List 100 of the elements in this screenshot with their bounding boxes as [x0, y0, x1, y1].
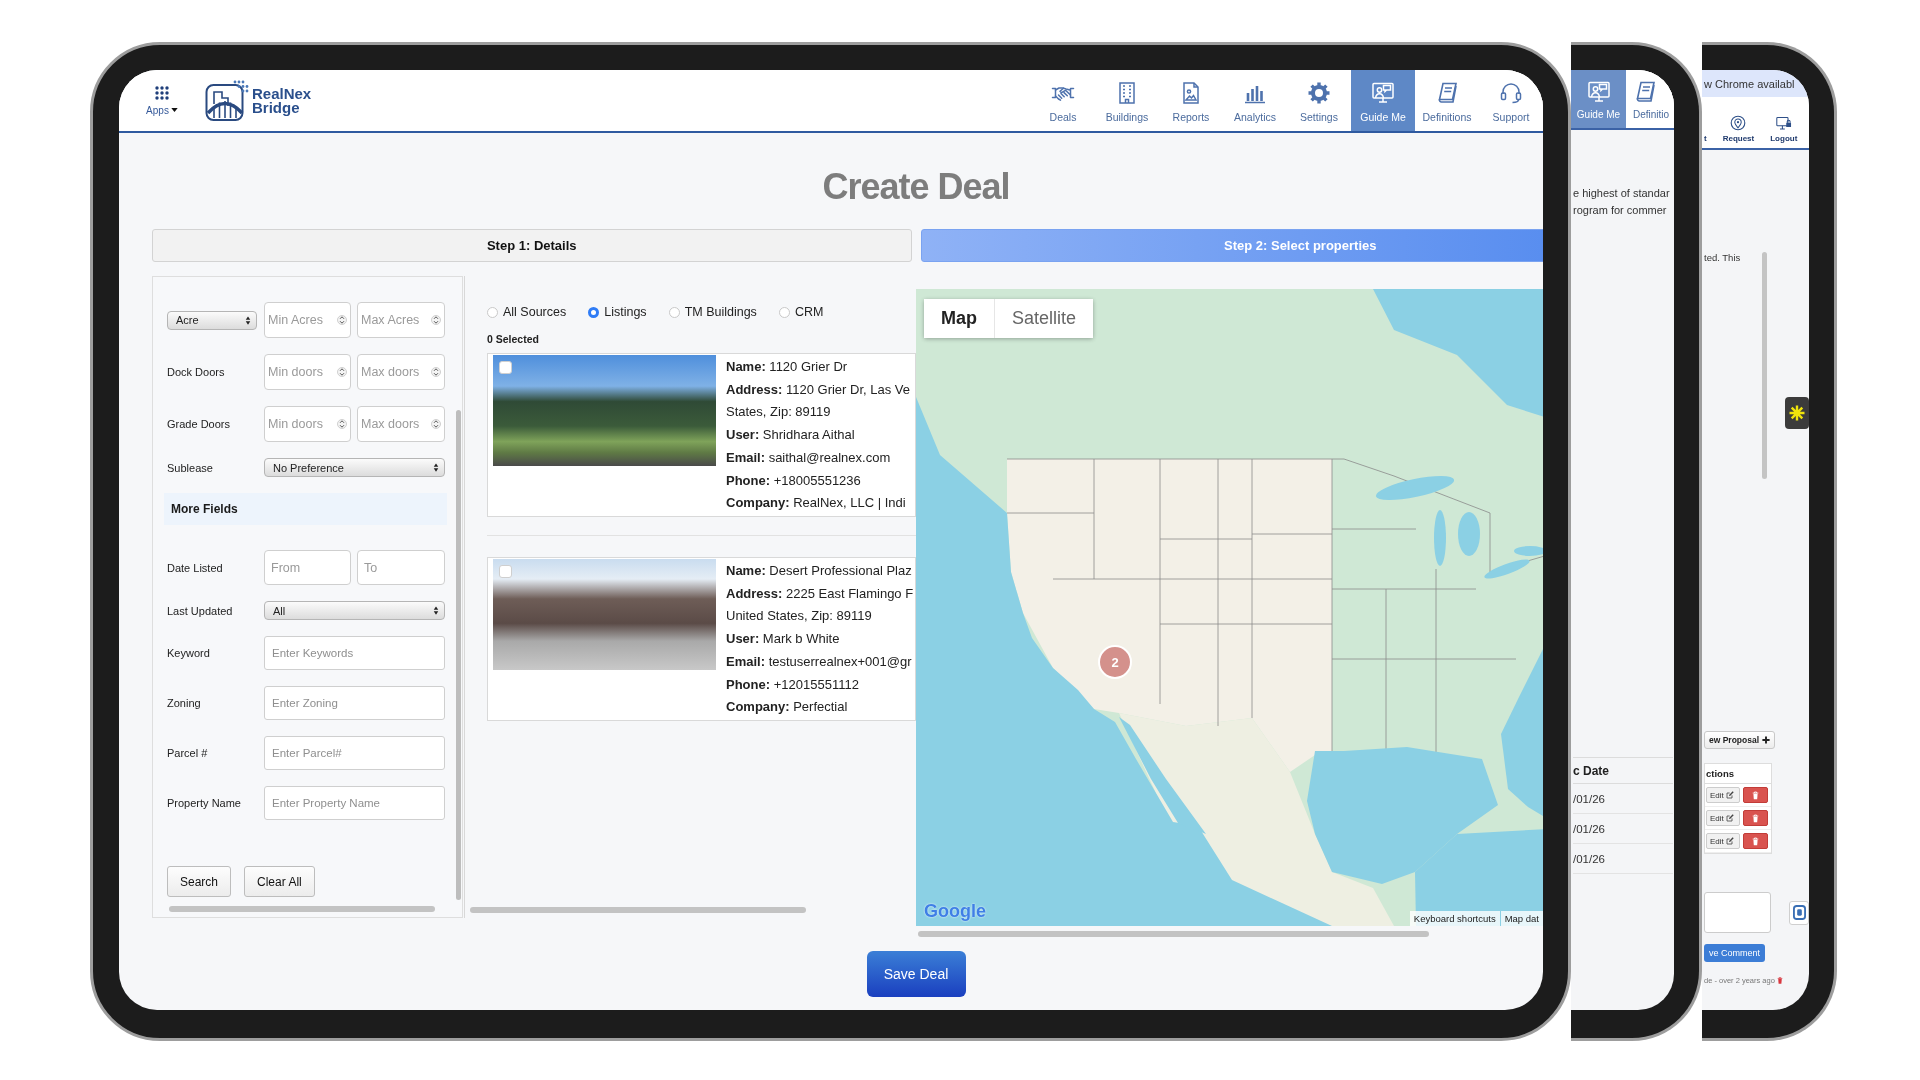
vertical-scrollbar[interactable]: [1762, 252, 1767, 479]
edit-button[interactable]: Edit: [1706, 787, 1740, 803]
field-label: Date Listed: [167, 561, 224, 574]
property-detail: Email: saithal@realnex.com: [726, 448, 892, 467]
property-detail: Address: 2225 East Flamingo F: [726, 584, 915, 603]
property-detail: Name: Desert Professional Plaz: [726, 562, 913, 580]
source-option[interactable]: TM Buildings: [668, 305, 757, 319]
text-field[interactable]: Enter Zoning: [264, 686, 445, 720]
property-detail: Company: Perfectial: [726, 698, 849, 717]
page-title: Create Deal: [822, 167, 1010, 207]
monitor-lock-icon: [1775, 115, 1792, 131]
monitor-person-icon: [1371, 81, 1395, 105]
map-drawing[interactable]: [916, 289, 1543, 926]
date-field[interactable]: From: [264, 550, 351, 585]
checkbox[interactable]: [499, 361, 512, 374]
apps-menu-button[interactable]: Apps: [143, 70, 181, 131]
trash-icon: [1752, 813, 1759, 823]
edit-icon: [1725, 837, 1734, 845]
paragraph-text: e highest of standar rogram for commer: [1573, 186, 1670, 218]
monitor-person-icon: [1586, 80, 1611, 104]
radio-button[interactable]: [778, 306, 790, 318]
vertical-scrollbar[interactable]: [456, 410, 461, 900]
horizontal-scrollbar[interactable]: [918, 931, 1429, 937]
spinner-arrows-icon: [431, 313, 441, 327]
date-field[interactable]: To: [357, 550, 445, 585]
dropdown[interactable]: All: [264, 601, 445, 620]
caret-icon: [170, 108, 178, 112]
select-arrows-icon: [433, 462, 439, 473]
map-data-link[interactable]: Map dat: [1500, 911, 1543, 926]
property-detail: User: Shridhara Aithal: [726, 426, 856, 445]
logo-wordmark: RealNex Bridge: [252, 86, 312, 115]
save-deal-button[interactable]: Save Deal: [866, 951, 966, 997]
radio-button[interactable]: [487, 306, 498, 318]
nav-tab[interactable]: t: [1704, 103, 1707, 143]
edit-button[interactable]: Edit: [1706, 833, 1740, 849]
horizontal-scrollbar[interactable]: [470, 907, 806, 913]
spinner-arrows-icon: [337, 417, 347, 431]
text-field[interactable]: Enter Keywords: [264, 636, 445, 670]
number-field[interactable]: Max doors: [357, 354, 445, 390]
map-type-tab[interactable]: Map: [924, 299, 994, 338]
search-button[interactable]: Search: [167, 866, 232, 897]
proposal-button[interactable]: ew Proposal: [1704, 731, 1776, 749]
property-detail: Phone: +18005551236: [726, 471, 862, 490]
selection-count: 0 Selected: [487, 333, 539, 345]
field-label: Sublease: [167, 461, 214, 474]
settings-icon: [1307, 81, 1331, 105]
source-option[interactable]: All Sources: [487, 305, 567, 319]
edit-icon: [1725, 814, 1734, 822]
table-cell: /01/26: [1573, 784, 1673, 814]
table-cell: /01/26: [1573, 814, 1673, 844]
edit-icon: [1725, 791, 1734, 799]
field-label: Grade Doors: [167, 418, 231, 430]
text-field[interactable]: Enter Parcel#: [264, 736, 445, 770]
delete-button[interactable]: [1743, 787, 1768, 803]
property-detail: User: Mark b White: [726, 630, 841, 649]
checkbox[interactable]: [499, 565, 512, 578]
radio-button[interactable]: [668, 306, 680, 318]
property-detail: Address: 1120 Grier Dr, Las Ve: [726, 380, 912, 399]
text-fragment: ted. This: [1704, 252, 1741, 263]
nav-tab[interactable]: Guide Me: [1351, 70, 1415, 131]
edit-button[interactable]: Edit: [1706, 810, 1740, 826]
source-option[interactable]: Listings: [588, 305, 647, 319]
source-option[interactable]: CRM: [778, 305, 824, 319]
nav-tab[interactable]: Logout: [1770, 103, 1798, 143]
dropdown[interactable]: Acre: [167, 310, 257, 330]
number-field[interactable]: Min doors: [264, 354, 351, 390]
step-tab[interactable]: Step 1: Details: [152, 229, 912, 262]
horizontal-scrollbar[interactable]: [169, 906, 435, 912]
column-header: c Date: [1573, 758, 1673, 784]
field-label: Parcel #: [167, 747, 209, 759]
text-field[interactable]: Enter Property Name: [264, 786, 445, 820]
grid-icon: [155, 85, 169, 100]
bridge-logo-icon: [205, 79, 249, 122]
field-label: Keyword: [167, 647, 211, 659]
dropdown[interactable]: No Preference: [264, 458, 445, 477]
map-type-tab[interactable]: Satellite: [994, 299, 1094, 338]
app-logo-button[interactable]: [1789, 900, 1809, 925]
number-field[interactable]: Max doors: [357, 406, 445, 442]
location-pin-icon: [1730, 115, 1747, 131]
plus-icon: [1762, 736, 1771, 744]
property-detail: Company: RealNex, LLC | Indi: [726, 494, 907, 513]
select-arrows-icon: [245, 314, 251, 326]
trash-icon: [1752, 790, 1759, 800]
delete-button[interactable]: [1743, 810, 1768, 826]
section-header[interactable]: More Fields: [164, 493, 447, 525]
comment-field[interactable]: [1704, 892, 1771, 933]
number-field[interactable]: Min Acres: [264, 302, 351, 338]
radio-button[interactable]: [588, 306, 600, 318]
field-label: Zoning: [167, 697, 202, 709]
spinner-arrows-icon: [337, 365, 347, 379]
nav-tab[interactable]: Request: [1722, 103, 1755, 143]
sparkle-icon: [1785, 397, 1809, 429]
number-field[interactable]: Min doors: [264, 406, 351, 442]
comment-button[interactable]: ve Comment: [1704, 944, 1765, 962]
delete-button[interactable]: [1743, 833, 1768, 849]
keyboard-shortcuts-link[interactable]: Keyboard shortcuts: [1409, 911, 1500, 926]
clear-all-button[interactable]: Clear All: [244, 866, 315, 897]
browser-banner: w Chrome availabl: [1702, 70, 1809, 97]
spinner-arrows-icon: [337, 313, 347, 327]
number-field[interactable]: Max Acres: [357, 302, 445, 338]
